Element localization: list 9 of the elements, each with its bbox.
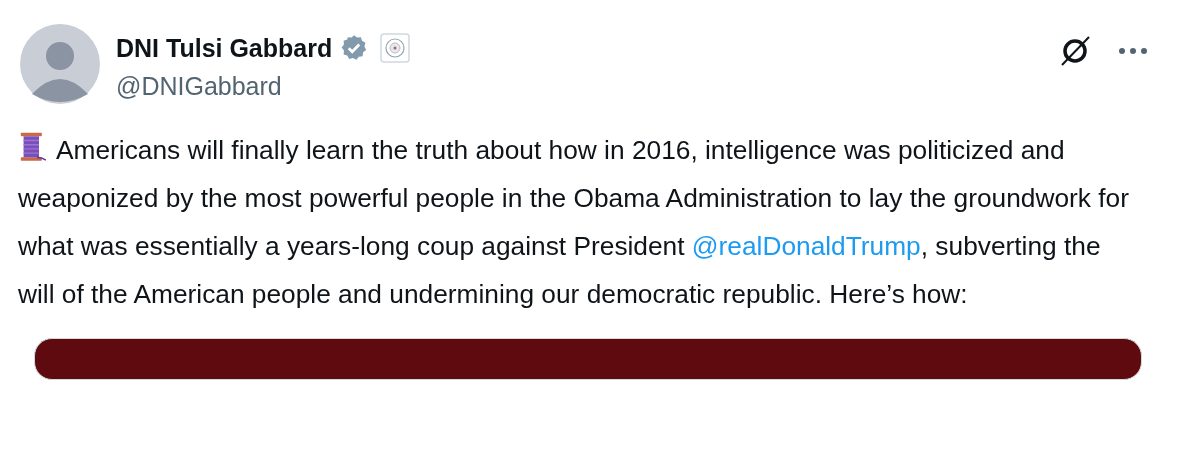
media-card[interactable] — [34, 338, 1142, 380]
thread-spool-icon — [18, 132, 46, 163]
slashed-circle-icon[interactable] — [1058, 34, 1092, 68]
post-text: Americans will finally learn the truth about how in 2016, intelligence was politicized and weaponized by the most powerful people in the Obama Administration to lay the groundwork for what was essentially a years-long coup against President @realDonaldTrump, subverting the will of the American people and undermining our democratic republic. Here’s how: — [18, 126, 1143, 318]
display-name[interactable]: DNI Tulsi Gabbard — [116, 31, 333, 65]
more-options-icon[interactable] — [1118, 47, 1148, 55]
avatar[interactable] — [20, 24, 100, 104]
username[interactable]: @DNIGabbard — [116, 69, 411, 103]
verified-badge-icon[interactable] — [340, 34, 369, 62]
